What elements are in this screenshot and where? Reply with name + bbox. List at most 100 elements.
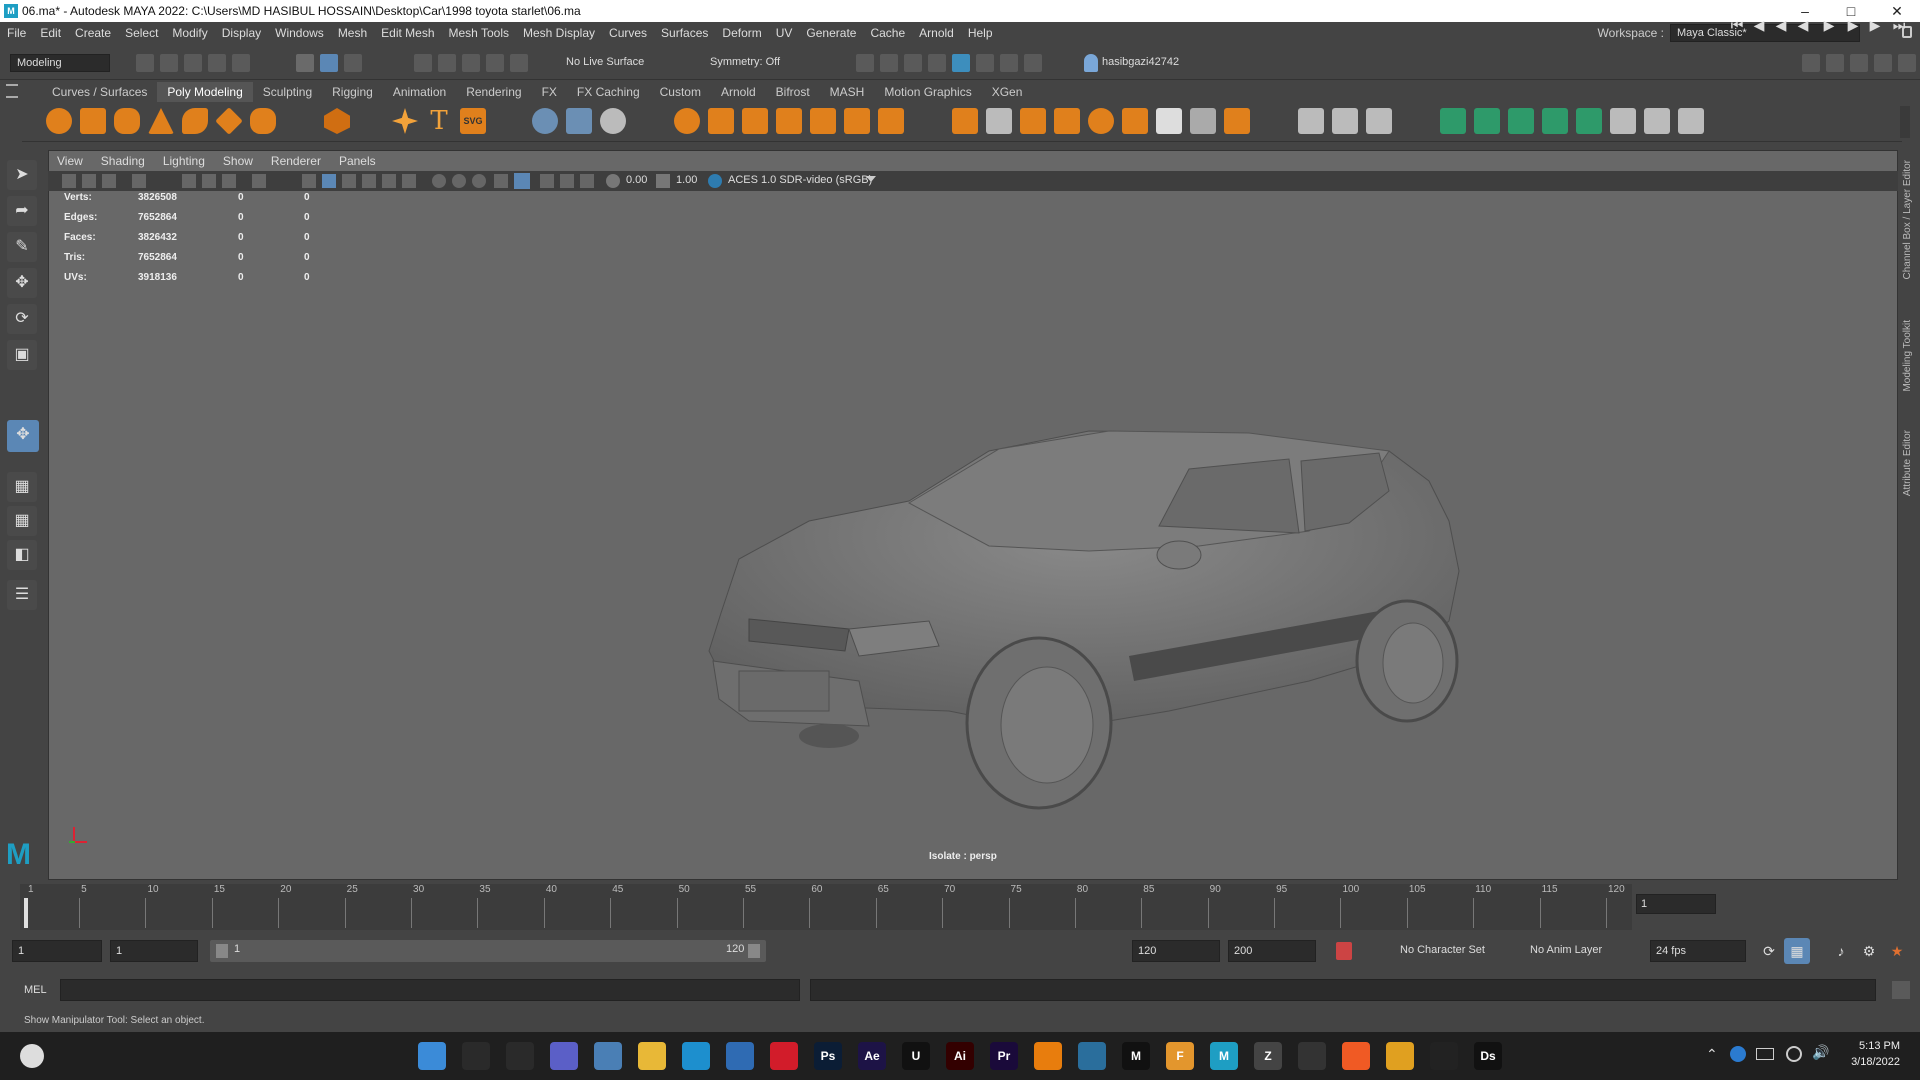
menu-edit-mesh[interactable]: Edit Mesh (374, 26, 441, 40)
show-channel-box-icon[interactable] (1874, 54, 1892, 72)
poly-cylinder-icon[interactable] (114, 108, 140, 134)
menu-select[interactable]: Select (118, 26, 165, 40)
menu-mesh[interactable]: Mesh (331, 26, 374, 40)
taskbar-edge-icon[interactable] (682, 1042, 710, 1070)
user-account[interactable]: hasibgazi42742 (1102, 56, 1179, 68)
select-object-icon[interactable] (320, 54, 338, 72)
super-shape-icon[interactable] (392, 108, 418, 134)
menu-mesh-tools[interactable]: Mesh Tools (442, 26, 516, 40)
show-tool-settings-icon[interactable] (1850, 54, 1868, 72)
taskbar-premiere-icon[interactable]: Pr (990, 1042, 1018, 1070)
menu-windows[interactable]: Windows (268, 26, 331, 40)
menu-arnold[interactable]: Arnold (912, 26, 961, 40)
new-scene-icon[interactable] (136, 54, 154, 72)
open-scene-icon[interactable] (160, 54, 178, 72)
poly-torus-icon[interactable] (182, 108, 208, 134)
menu-file[interactable]: File (0, 26, 33, 40)
camera-attrs-icon[interactable] (82, 174, 96, 188)
vp-menu-renderer[interactable]: Renderer (262, 152, 330, 172)
ambient-occlusion-icon[interactable] (432, 174, 446, 188)
snap-surface-icon[interactable] (510, 54, 528, 72)
taskbar-brave-icon[interactable] (1342, 1042, 1370, 1070)
spherical-uv-icon[interactable] (1508, 108, 1534, 134)
menu-uv[interactable]: UV (769, 26, 800, 40)
camera-icon[interactable] (62, 174, 76, 188)
preferences-icon[interactable]: ⚙ (1856, 938, 1882, 964)
cylindrical-uv-icon[interactable] (1474, 108, 1500, 134)
select-component-icon[interactable] (344, 54, 362, 72)
extrude-icon[interactable] (674, 108, 700, 134)
taskbar-store-icon[interactable] (726, 1042, 754, 1070)
taskbar-task-view-icon[interactable] (506, 1042, 534, 1070)
tab-arnold[interactable]: Arnold (711, 82, 766, 102)
single-perspective-icon[interactable]: ▦ (7, 472, 37, 502)
taskbar-illustrator-icon[interactable]: Ai (946, 1042, 974, 1070)
command-input[interactable] (60, 979, 800, 1001)
rotate-tool-icon[interactable]: ⟳ (7, 304, 37, 334)
tab-rendering[interactable]: Rendering (456, 82, 531, 102)
resolution-gate-icon[interactable] (222, 174, 236, 188)
quadrangulate-icon[interactable] (1088, 108, 1114, 134)
time-slider[interactable]: 1 5 10 15 20 25 30 35 40 45 50 55 60 65 70 75 80 85 90 95 10… (20, 884, 1632, 930)
channel-box-tab[interactable]: Channel Box / Layer Editor (1902, 160, 1913, 280)
boolean-icon[interactable] (1122, 108, 1148, 134)
redo-icon[interactable] (232, 54, 250, 72)
taskbar-teams-icon[interactable] (550, 1042, 578, 1070)
taskbar-figma-f-icon[interactable]: F (1166, 1042, 1194, 1070)
reduce-icon[interactable] (986, 108, 1012, 134)
taskbar-davinci-icon[interactable] (1078, 1042, 1106, 1070)
taskbar-zbrush-icon[interactable]: Z (1254, 1042, 1282, 1070)
poly-plane-icon[interactable] (215, 107, 243, 135)
unfold-icon[interactable] (1576, 108, 1602, 134)
circularize-icon[interactable] (1190, 108, 1216, 134)
gamma-icon[interactable] (656, 174, 670, 188)
persp-outliner-icon[interactable]: ◧ (7, 540, 37, 570)
menu-mesh-display[interactable]: Mesh Display (516, 26, 602, 40)
grid-icon[interactable] (182, 174, 196, 188)
type-text-icon[interactable]: T (426, 108, 452, 134)
menu-curves[interactable]: Curves (602, 26, 654, 40)
poly-sphere-icon[interactable] (46, 108, 72, 134)
taskbar-windows-start-icon[interactable] (418, 1042, 446, 1070)
weather-icon[interactable] (20, 1044, 44, 1068)
grease-pencil-icon[interactable] (132, 174, 146, 188)
menu-modify[interactable]: Modify (165, 26, 214, 40)
render-view-icon[interactable] (856, 54, 874, 72)
render-settings-icon[interactable] (928, 54, 946, 72)
current-time-marker[interactable] (24, 898, 28, 928)
menu-edit[interactable]: Edit (33, 26, 68, 40)
vp-menu-view[interactable]: View (48, 152, 92, 172)
poly-cube-icon[interactable] (80, 108, 106, 134)
offset-loop-icon[interactable] (1366, 108, 1392, 134)
pause-icon[interactable] (1024, 54, 1042, 72)
auto-key-icon[interactable] (1336, 942, 1352, 960)
bevel-icon[interactable] (742, 108, 768, 134)
menu-help[interactable]: Help (961, 26, 1000, 40)
tab-poly-modeling[interactable]: Poly Modeling (157, 82, 253, 102)
taskbar-chrome-icon[interactable] (1386, 1042, 1414, 1070)
film-gate-icon[interactable] (202, 174, 216, 188)
taskbar-after-effects-icon[interactable]: Ae (858, 1042, 886, 1070)
tab-bifrost[interactable]: Bifrost (766, 82, 820, 102)
paint-select-icon[interactable]: ✎ (7, 232, 37, 262)
poly-cone-icon[interactable] (148, 108, 174, 134)
volume-icon[interactable]: 🔊 (1812, 1044, 1829, 1061)
taskbar-maya-icon[interactable]: M (1210, 1042, 1238, 1070)
motion-blur-icon[interactable] (452, 174, 466, 188)
tab-sculpting[interactable]: Sculpting (253, 82, 322, 102)
isolate-select-icon[interactable] (514, 173, 530, 189)
clock-date[interactable]: 3/18/2022 (1840, 1056, 1900, 1068)
taskbar-blender-icon[interactable] (1034, 1042, 1062, 1070)
wireframe-icon[interactable] (302, 174, 316, 188)
snap-curve-icon[interactable] (438, 54, 456, 72)
ipr-render-icon[interactable] (904, 54, 922, 72)
menu-cache[interactable]: Cache (863, 26, 912, 40)
lasso-tool-icon[interactable]: ➦ (7, 196, 37, 226)
sew-uv-icon[interactable] (1678, 108, 1704, 134)
menu-surfaces[interactable]: Surfaces (654, 26, 715, 40)
shelf-scroll-icon[interactable] (1900, 106, 1910, 138)
mel-label[interactable]: MEL (24, 984, 47, 996)
platonic-solids-icon[interactable] (324, 108, 350, 134)
menu-deform[interactable]: Deform (715, 26, 768, 40)
render-current-icon[interactable] (880, 54, 898, 72)
